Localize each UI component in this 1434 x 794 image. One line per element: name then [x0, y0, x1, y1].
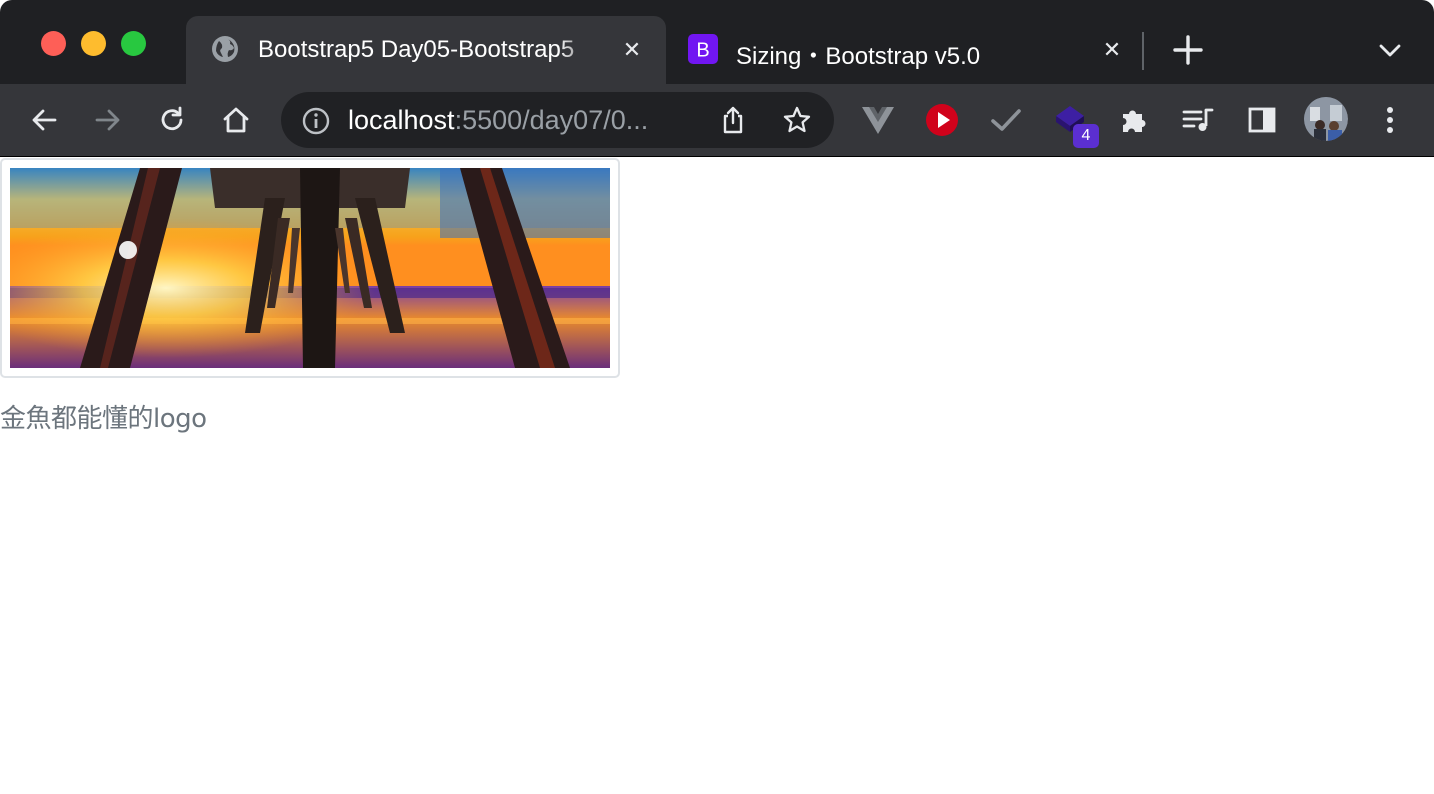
browser-menu-button[interactable]	[1370, 100, 1410, 140]
avatar-photo-icon	[1304, 97, 1348, 141]
img-thumbnail	[0, 158, 620, 378]
info-icon[interactable]	[301, 106, 331, 136]
puzzle-icon	[1123, 110, 1146, 132]
back-button[interactable]	[26, 102, 62, 138]
extension-count-badge: 4	[1073, 124, 1099, 148]
bookmark-star-icon[interactable]	[781, 104, 813, 136]
tab-title: Sizing・Bootstrap v5.0	[736, 43, 981, 70]
tab-title: Bootstrap5 Day05-Bootstrap5	[258, 36, 598, 64]
vue-devtools-extension[interactable]	[858, 100, 898, 140]
forward-button[interactable]	[90, 102, 126, 138]
profile-avatar[interactable]	[1304, 97, 1348, 141]
checkmark-extension[interactable]	[986, 100, 1026, 140]
tab-strip: Bootstrap5 Day05-Bootstrap5 ✕ B Sizing・B…	[0, 0, 1434, 84]
arrow-right-icon	[95, 109, 120, 131]
maximize-window-button[interactable]	[121, 31, 146, 56]
close-tab-icon[interactable]: ✕	[1100, 38, 1124, 62]
bootstrap-icon: B	[688, 34, 718, 64]
toolbar: localhost:5500/day07/0...	[0, 84, 1434, 157]
share-icon[interactable]	[717, 104, 749, 136]
arrow-left-icon	[32, 109, 57, 131]
check-icon	[991, 109, 1021, 131]
close-window-button[interactable]	[41, 31, 66, 56]
sunset-pier-image	[10, 168, 610, 368]
vue-icon	[862, 107, 894, 134]
home-button[interactable]	[218, 102, 254, 138]
tab-active[interactable]: Bootstrap5 Day05-Bootstrap5 ✕	[186, 16, 666, 84]
music-queue-icon	[1182, 108, 1214, 131]
video-player-extension[interactable]	[922, 100, 962, 140]
home-icon	[223, 107, 249, 133]
svg-text:B: B	[696, 40, 709, 62]
tab-divider	[1142, 32, 1144, 70]
side-panel-icon	[1248, 107, 1276, 133]
play-icon	[926, 104, 958, 136]
url-text[interactable]: localhost:5500/day07/0...	[348, 105, 688, 136]
reload-icon	[161, 106, 183, 131]
new-tab-plus-icon[interactable]	[1170, 32, 1206, 68]
minimize-window-button[interactable]	[81, 31, 106, 56]
side-panel-button[interactable]	[1242, 100, 1282, 140]
globe-icon	[212, 36, 238, 62]
image-caption: 金魚都能懂的logo	[0, 404, 207, 434]
tab-inactive[interactable]: B Sizing・Bootstrap v5.0 ✕	[672, 16, 1142, 84]
reload-button[interactable]	[154, 102, 190, 138]
close-tab-icon[interactable]: ✕	[620, 38, 644, 62]
chevron-down-icon[interactable]	[1376, 36, 1404, 64]
address-bar[interactable]: localhost:5500/day07/0...	[281, 92, 834, 148]
more-vertical-icon	[1387, 107, 1393, 133]
extensions-button[interactable]	[1114, 100, 1154, 140]
media-controls-button[interactable]	[1178, 100, 1218, 140]
